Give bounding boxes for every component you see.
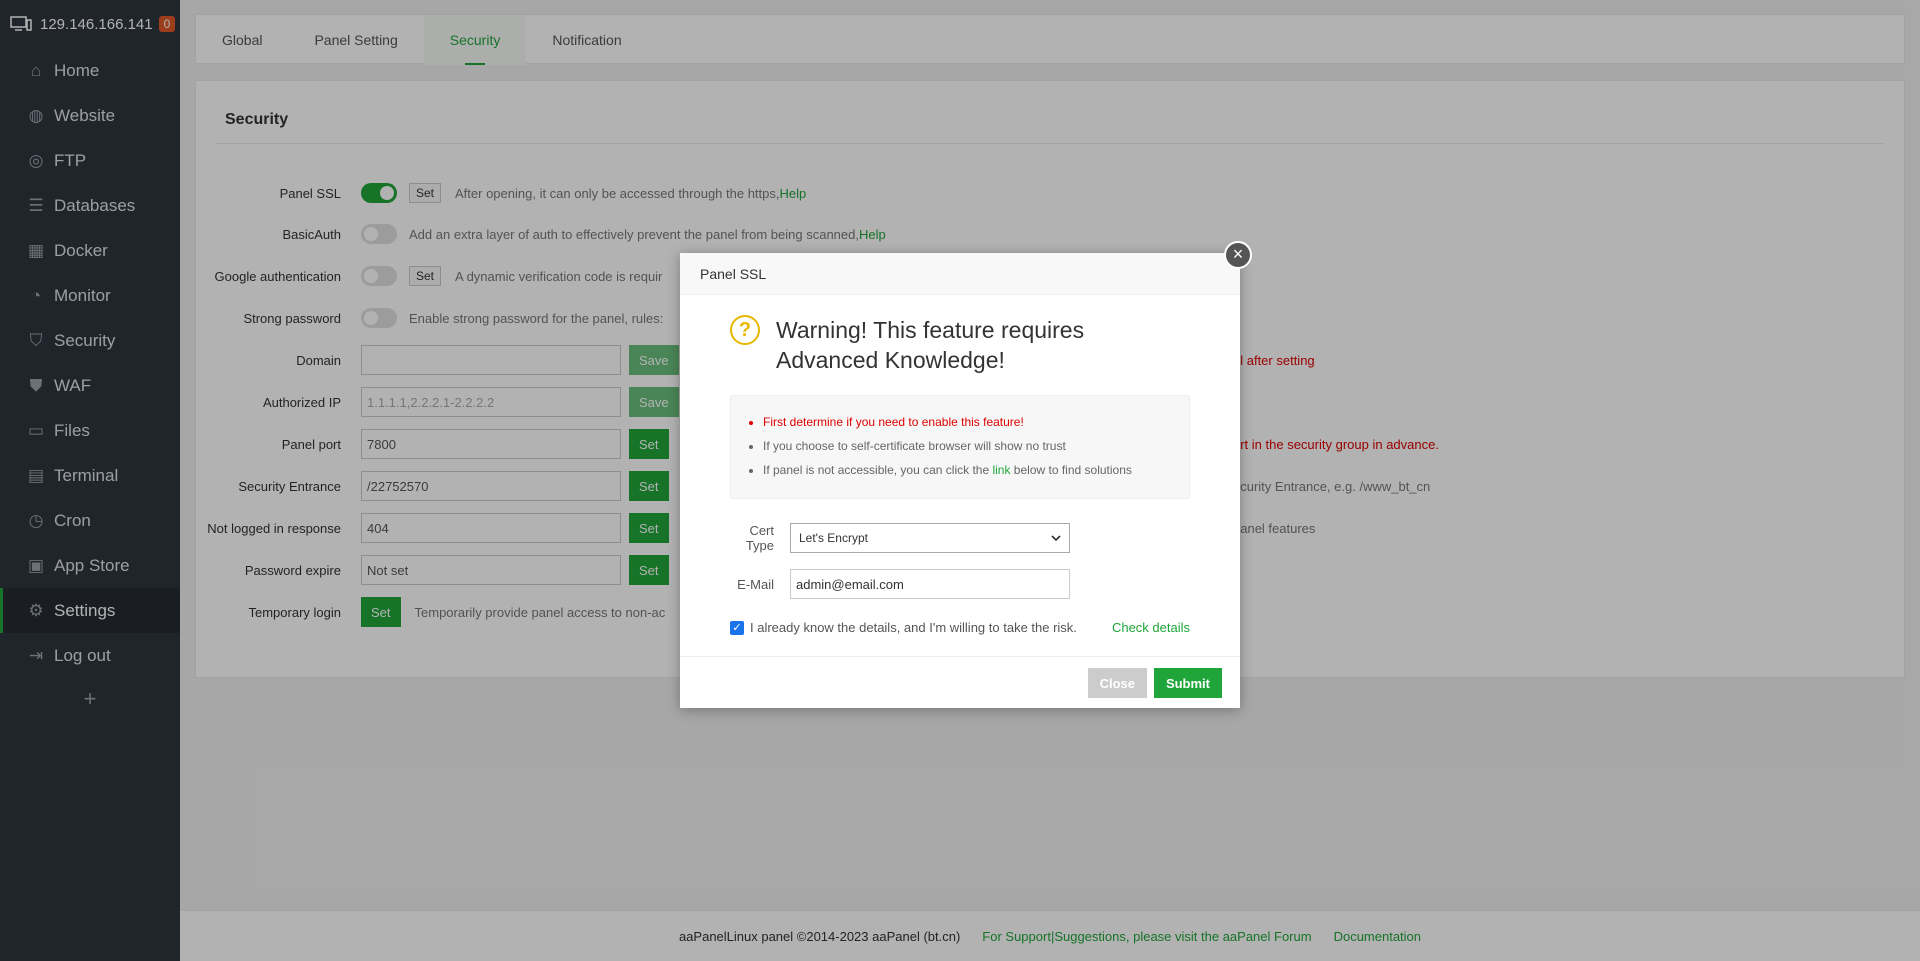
solutions-link[interactable]: link	[992, 463, 1010, 477]
notes-box: First determine if you need to enable th…	[730, 395, 1190, 499]
submit-button[interactable]: Submit	[1153, 668, 1222, 698]
cert-type-value: Let's Encrypt	[799, 531, 868, 545]
email-row: E-Mail admin@email.com	[720, 569, 1070, 599]
warning-title: Warning! This feature requires Advanced …	[776, 317, 1085, 373]
agree-checkbox[interactable]: ✓	[730, 620, 744, 635]
agree-row: ✓ I already know the details, and I'm wi…	[730, 620, 1077, 635]
dialog-footer: Close Submit	[680, 656, 1240, 708]
note-item: If panel is not accessible, you can clic…	[763, 458, 1189, 482]
close-button[interactable]: Close	[1087, 668, 1147, 698]
agree-label: I already know the details, and I'm will…	[750, 620, 1077, 635]
note-item: If you choose to self-certificate browse…	[763, 434, 1189, 458]
cert-type-select[interactable]: Let's Encrypt	[790, 523, 1070, 553]
cert-type-label: Cert Type	[745, 523, 774, 553]
note-item: First determine if you need to enable th…	[763, 410, 1189, 434]
dialog-title: Panel SSL	[680, 253, 1240, 295]
question-icon: ?	[730, 315, 760, 345]
panel-ssl-dialog: Panel SSL × ? Warning! This feature requ…	[680, 241, 1252, 708]
email-label: E-Mail	[737, 576, 774, 592]
cert-type-row: Cert Type Let's Encrypt	[720, 523, 1070, 553]
email-field[interactable]: admin@email.com	[790, 569, 1070, 599]
note-text: If panel is not accessible, you can clic…	[763, 463, 993, 477]
check-details-link[interactable]: Check details	[1112, 620, 1190, 635]
note-text: below to find solutions	[1010, 463, 1132, 477]
close-icon[interactable]: ×	[1224, 241, 1252, 269]
warning-block: ? Warning! This feature requires Advance…	[730, 315, 1160, 375]
chevron-down-icon	[1051, 535, 1061, 542]
